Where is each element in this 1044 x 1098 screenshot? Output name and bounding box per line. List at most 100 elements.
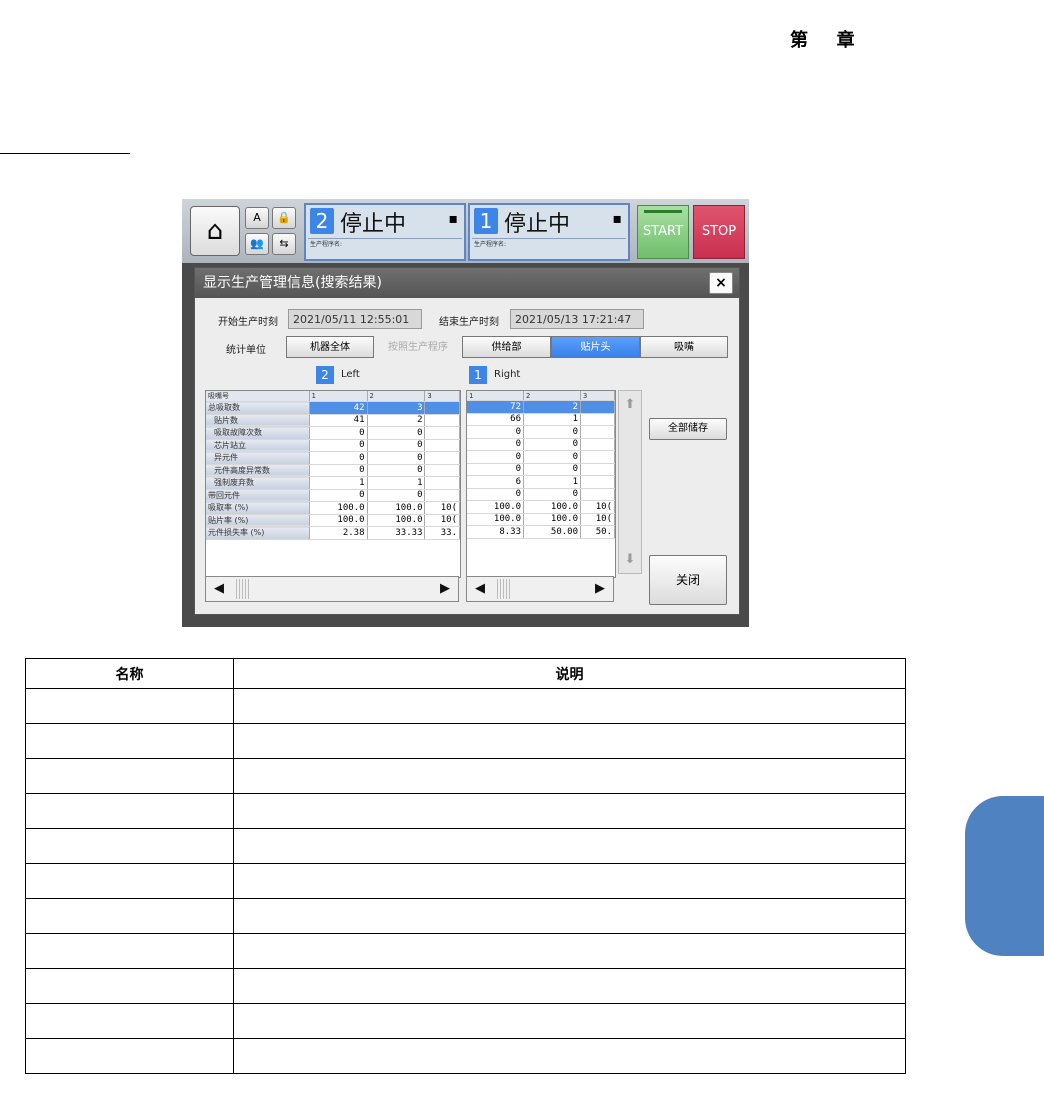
row-label: 芯片站立 — [206, 439, 310, 452]
value-cell: 100.0 — [367, 514, 426, 527]
table-row — [25, 1038, 906, 1074]
table-row[interactable]: 00 — [467, 438, 615, 451]
value-cell: 0 — [309, 451, 368, 465]
nozzle-column-header: 2 — [367, 391, 426, 402]
lane-1-status[interactable]: 1 停止中 ▪ 生产程序名: — [468, 203, 630, 261]
segment-feeder[interactable]: 供给部 — [462, 336, 551, 358]
row-label: 吸取故障次数 — [206, 426, 310, 440]
table-row[interactable]: 元件损失率 (%) 2.38 33.33 33. — [206, 526, 460, 540]
operator-clipboard-icon: ▪ — [612, 211, 623, 227]
value-cell: 6 — [467, 475, 524, 489]
nozzle-column-header: 2 — [523, 391, 581, 401]
chapter-char-1: 第 — [790, 30, 808, 51]
value-cell: 8.33 — [467, 525, 524, 539]
value-cell — [424, 489, 460, 502]
lock-button[interactable]: 🔒 — [272, 207, 296, 229]
value-cell: 0 — [467, 438, 524, 451]
name-cell — [25, 863, 234, 899]
table-row[interactable]: 吸取故障次数 0 0 — [206, 426, 460, 440]
segment-head[interactable]: 贴片头 — [551, 336, 640, 358]
table-row — [25, 968, 906, 1004]
value-cell: 2.38 — [309, 526, 368, 540]
row-label: 强制废弃数 — [206, 476, 310, 490]
table-row[interactable]: 贴片率 (%) 100.0 100.0 10( — [206, 514, 460, 527]
home-button[interactable]: ⌂ — [190, 206, 240, 256]
lane-number: 2 — [310, 208, 334, 234]
arrow-down-icon[interactable]: ⬇ — [619, 552, 641, 567]
value-cell: 1 — [523, 413, 581, 426]
arrow-left-icon[interactable]: ◀ — [469, 579, 491, 599]
dialog-close-icon[interactable]: × — [709, 272, 733, 294]
value-cell: 100.0 — [467, 513, 524, 526]
value-cell — [424, 476, 460, 490]
name-cell — [25, 1038, 234, 1074]
operator-clipboard-icon: ▪ — [448, 211, 459, 227]
scroll-thumb[interactable] — [236, 579, 250, 599]
lane-2-status[interactable]: 2 停止中 ▪ 生产程序名: — [304, 203, 466, 261]
table-row[interactable]: 贴片数 41 2 — [206, 414, 460, 427]
vertical-scrollbar[interactable]: ⬆ ⬇ — [618, 390, 642, 574]
arrow-up-icon[interactable]: ⬆ — [619, 397, 641, 412]
table-row[interactable]: 带回元件 0 0 — [206, 489, 460, 502]
description-cell — [233, 863, 906, 899]
column-header-name: 名称 — [25, 658, 234, 689]
arrow-left-icon[interactable]: ◀ — [208, 579, 230, 599]
close-button[interactable]: 关闭 — [649, 555, 727, 605]
table-row[interactable]: 00 — [467, 488, 615, 501]
value-cell — [580, 475, 615, 489]
table-row — [25, 758, 906, 794]
table-row[interactable]: 元件高度异常数 0 0 — [206, 464, 460, 477]
table-row — [25, 688, 906, 724]
value-cell: 1 — [367, 476, 426, 490]
value-cell: 0 — [309, 426, 368, 440]
table-row[interactable]: 总吸取数 42 3 — [206, 401, 460, 415]
table-row[interactable]: 00 — [467, 463, 615, 476]
table-row[interactable]: 强制废弃数 1 1 — [206, 476, 460, 490]
value-cell: 10( — [580, 500, 615, 514]
value-cell: 100.0 — [523, 500, 581, 514]
table-row[interactable]: 66 1 — [467, 413, 615, 426]
table-row[interactable]: 100.0 100.0 10( — [467, 513, 615, 526]
row-label: 吸嘴号 — [206, 391, 310, 402]
user-button[interactable]: 👥 — [245, 233, 269, 255]
right-data-grid: 1 2 3 72 2 66 1 0 0 0 0 0 0 0 0 6 1 0 0 100.0 100.0 10(100.0 1… — [466, 390, 616, 578]
table-row[interactable]: 芯片站立 0 0 — [206, 439, 460, 452]
segment-machine[interactable]: 机器全体 — [286, 336, 374, 358]
description-cell — [233, 723, 906, 759]
table-row[interactable]: 00 — [467, 425, 615, 439]
arrow-right-icon[interactable]: ▶ — [434, 579, 456, 599]
value-cell: 0 — [467, 463, 524, 476]
table-row — [25, 1003, 906, 1039]
network-button[interactable]: ⇆ — [272, 233, 296, 255]
language-button[interactable]: A — [245, 207, 269, 229]
segment-nozzle[interactable]: 吸嘴 — [640, 336, 728, 358]
table-row[interactable]: 61 — [467, 475, 615, 489]
arrow-right-icon[interactable]: ▶ — [589, 579, 611, 599]
start-time-label: 开始生产时刻 — [218, 317, 278, 328]
value-cell: 0 — [367, 439, 426, 452]
segment-by-program: 按照生产程序 — [388, 342, 448, 353]
table-row[interactable]: 吸取率 (%) 100.0 100.0 10( — [206, 501, 460, 515]
description-cell — [233, 758, 906, 794]
table-row[interactable]: 8.33 50.00 50. — [467, 525, 615, 539]
users-icon: 👥 — [250, 237, 264, 250]
value-cell — [580, 425, 615, 439]
description-cell — [233, 898, 906, 934]
table-row[interactable]: 72 2 — [467, 400, 615, 414]
save-all-button[interactable]: 全部储存 — [649, 418, 727, 440]
value-cell — [424, 414, 460, 427]
section-rule — [0, 153, 130, 154]
value-cell: 100.0 — [309, 514, 368, 527]
name-cell — [25, 898, 234, 934]
table-row[interactable]: 100.0 100.0 10( — [467, 500, 615, 514]
chapter-side-tab — [965, 796, 1044, 956]
left-horizontal-scrollbar[interactable]: ◀ ▶ — [205, 576, 459, 602]
right-horizontal-scrollbar[interactable]: ◀ ▶ — [466, 576, 614, 602]
table-row[interactable]: 异元件 0 0 — [206, 451, 460, 465]
value-cell — [580, 413, 615, 426]
table-row[interactable]: 00 — [467, 450, 615, 464]
start-button[interactable]: START — [637, 205, 689, 259]
scroll-thumb[interactable] — [497, 579, 511, 599]
stop-button[interactable]: STOP — [693, 205, 745, 259]
start-time-field: 2021/05/11 12:55:01 — [288, 309, 422, 329]
